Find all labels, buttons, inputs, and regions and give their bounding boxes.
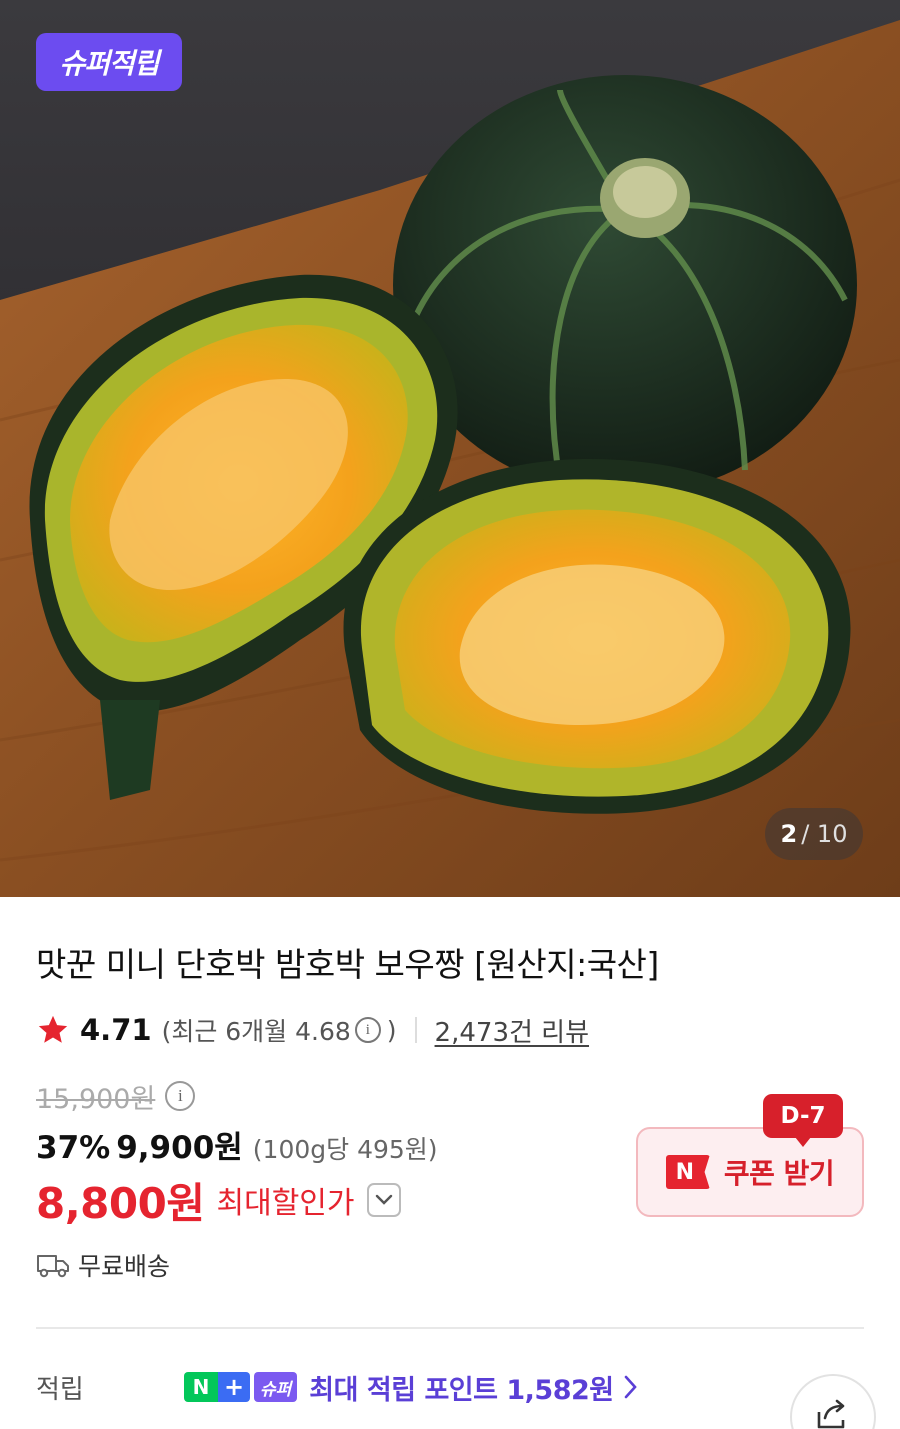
pumpkin-photo	[0, 20, 900, 897]
chevron-down-icon	[375, 1194, 392, 1205]
product-title: 맛꾼 미니 단호박 밤호박 보우짱 [원산지:국산]	[36, 945, 659, 984]
super-points-badge: 슈퍼적립	[36, 33, 182, 91]
rating-value: 4.71	[80, 1013, 152, 1047]
share-icon	[817, 1399, 845, 1429]
info-icon[interactable]: i	[354, 1017, 381, 1043]
rating-row: 4.71 (최근 6개월 4.68 i ) 2,473건 리뷰	[36, 1008, 589, 1052]
max-discount-toggle[interactable]	[366, 1183, 401, 1217]
discount-price: 9,900원	[116, 1130, 243, 1166]
recent-rating: (최근 6개월 4.68 i )	[162, 1012, 397, 1048]
plus-icon: +	[218, 1372, 250, 1402]
discount-percent: 37%	[36, 1130, 111, 1166]
points-text: 최대 적립 포인트 1,582원	[309, 1374, 614, 1406]
final-price: 8,800원	[36, 1178, 205, 1228]
naver-n-icon: N	[184, 1372, 218, 1402]
unit-price: (100g당 495원)	[252, 1135, 438, 1164]
product-image[interactable]: 슈퍼적립 2 / 10	[0, 0, 900, 897]
shipping-text: 무료배송	[78, 1252, 171, 1281]
recent-rating-close: )	[386, 1015, 397, 1045]
recent-rating-text: (최근 6개월 4.68	[161, 1017, 351, 1046]
points-row[interactable]: 적립 N + 슈퍼 최대 적립 포인트 1,582원	[36, 1364, 638, 1410]
original-price-row: 15,900원 i	[36, 1076, 201, 1116]
image-counter-total: / 10	[801, 820, 848, 848]
naver-plus-badge: N +	[184, 1372, 250, 1402]
image-counter-current: 2	[780, 820, 798, 848]
section-divider	[36, 1327, 864, 1329]
naver-coupon-icon: N	[665, 1155, 710, 1189]
points-label: 적립	[36, 1374, 84, 1405]
share-button[interactable]	[790, 1374, 876, 1429]
coupon-label: 쿠폰 받기	[723, 1157, 835, 1190]
max-discount-label: 최대할인가	[216, 1186, 355, 1221]
coupon-dday-badge: D-7	[763, 1094, 843, 1147]
star-icon	[38, 1015, 68, 1043]
super-badge-small: 슈퍼	[254, 1372, 298, 1402]
price-info-icon[interactable]: i	[165, 1081, 196, 1111]
truck-icon	[37, 1255, 69, 1278]
chevron-right-icon	[624, 1375, 637, 1399]
discount-row: 37% 9,900원 (100g당 495원)	[36, 1122, 438, 1166]
image-counter: 2 / 10	[765, 808, 863, 860]
shipping-row: 무료배송	[36, 1245, 170, 1285]
final-price-row: 8,800원 최대할인가	[36, 1172, 401, 1228]
divider	[414, 1017, 417, 1043]
original-price: 15,900원	[36, 1083, 156, 1115]
review-count-link[interactable]: 2,473건 리뷰	[435, 1012, 589, 1049]
coupon-button[interactable]: N 쿠폰 받기	[636, 1127, 864, 1217]
